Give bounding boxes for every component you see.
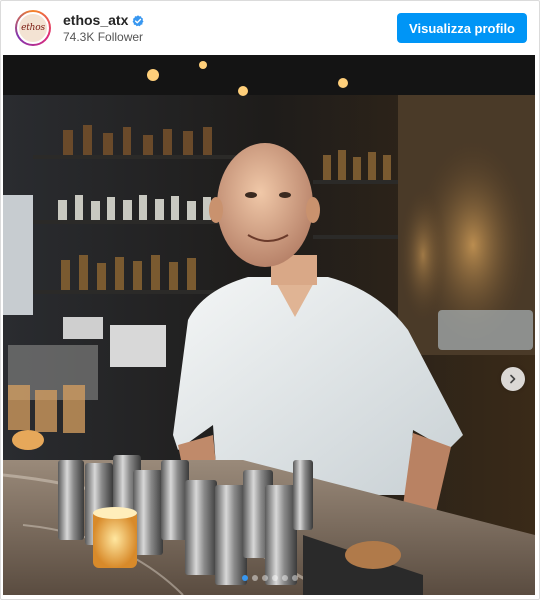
carousel-dot [282,575,288,581]
follower-count: 74.3K Follower [63,30,144,44]
username-row: ethos_atx [63,12,144,28]
username[interactable]: ethos_atx [63,12,128,28]
carousel-dot [252,575,258,581]
carousel-dot [242,575,248,581]
verified-badge-icon [132,14,144,27]
instagram-post-card: ethos ethos_atx 74.3K Follower Visualizz… [0,0,540,600]
avatar-logo: ethos [17,12,49,44]
carousel-dot [262,575,268,581]
user-info: ethos_atx 74.3K Follower [63,12,144,44]
carousel-indicator [1,575,539,581]
next-slide-button[interactable] [501,367,525,391]
carousel-dot [272,575,278,581]
post-header: ethos ethos_atx 74.3K Follower Visualizz… [1,1,539,55]
carousel-dot [292,575,298,581]
post-photo[interactable] [3,55,535,595]
chevron-right-icon [508,374,518,384]
view-profile-button[interactable]: Visualizza profilo [397,13,527,43]
avatar[interactable]: ethos [15,10,51,46]
